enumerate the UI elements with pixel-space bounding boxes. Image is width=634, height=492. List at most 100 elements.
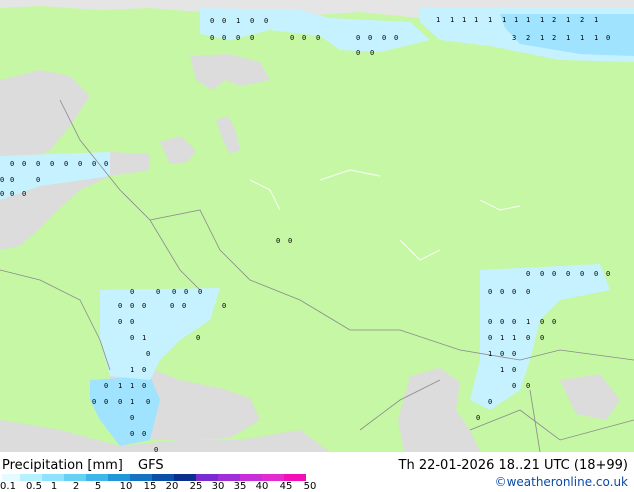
rain-value: 1	[130, 366, 134, 374]
rain-value: 0	[92, 160, 96, 168]
color-swatch	[152, 474, 174, 481]
rain-value: 0	[512, 350, 516, 358]
rain-value: 0	[552, 318, 556, 326]
rain-value: 1	[594, 34, 598, 42]
rain-value: 0	[566, 270, 570, 278]
color-scale-tick: 30	[211, 481, 225, 492]
rain-value: 0	[36, 160, 40, 168]
rain-value: 1	[526, 16, 530, 24]
legend-title: Precipitation [mm]	[2, 458, 123, 473]
rain-value: 0	[118, 318, 122, 326]
legend-footer: Precipitation [mm] GFS Th 22-01-2026 18.…	[0, 452, 634, 492]
color-swatch	[262, 474, 284, 481]
rain-value: 0	[92, 398, 96, 406]
rain-value: 1	[142, 334, 146, 342]
rain-value: 0	[540, 270, 544, 278]
rain-value: 0	[382, 34, 386, 42]
rain-value: 0	[500, 350, 504, 358]
rain-value: 0	[500, 318, 504, 326]
rain-value: 0	[10, 160, 14, 168]
color-swatch	[240, 474, 262, 481]
rain-value: 0	[540, 318, 544, 326]
rain-value: 0	[302, 34, 306, 42]
rain-value: 0	[488, 334, 492, 342]
rain-value: 0	[118, 398, 122, 406]
rain-value: 0	[316, 34, 320, 42]
rain-value: 0	[0, 176, 4, 184]
rain-value: 0	[182, 302, 186, 310]
precipitation-map: 0 0 1 0 00 0 0 0 0 0 0 0 0 0 00 01 1 1 1 1 1 1 1 1 2 1 2 13 2 1 2 1 1 1 00…	[0, 0, 634, 452]
color-scale-tick: 40	[255, 481, 269, 492]
rain-value: 1	[500, 334, 504, 342]
rain-value: 0	[290, 34, 294, 42]
color-swatch	[2, 474, 20, 481]
rain-value: 0	[250, 17, 254, 25]
rain-value: 1	[462, 16, 466, 24]
rain-value: 0	[488, 288, 492, 296]
rain-value: 3	[512, 34, 516, 42]
color-scale-tick: 2	[72, 481, 80, 492]
rain-value: 0	[104, 160, 108, 168]
rain-value: 0	[142, 430, 146, 438]
rain-value: 0	[606, 270, 610, 278]
rain-value: 0	[606, 34, 610, 42]
rain-value: 0	[10, 190, 14, 198]
color-scale-tick: 0.5	[26, 481, 42, 492]
rain-value: 1	[450, 16, 454, 24]
rain-value: 0	[222, 34, 226, 42]
rain-value: 1	[514, 16, 518, 24]
rain-value: 1	[130, 398, 134, 406]
rain-value: 0	[526, 288, 530, 296]
rain-value: 0	[526, 382, 530, 390]
rain-value: 2	[552, 16, 556, 24]
rain-value: 1	[540, 34, 544, 42]
rain-value: 0	[370, 49, 374, 57]
rain-value: 0	[130, 302, 134, 310]
rain-value: 0	[356, 34, 360, 42]
color-scale-tick: 20	[165, 481, 179, 492]
rain-value: 1	[594, 16, 598, 24]
rain-value: 0	[236, 34, 240, 42]
rain-value: 0	[476, 414, 480, 422]
rain-value: 1	[436, 16, 440, 24]
model-name: GFS	[138, 458, 164, 473]
rain-value: 0	[64, 160, 68, 168]
color-swatch	[42, 474, 64, 481]
rain-value: 0	[10, 176, 14, 184]
rain-value: 0	[394, 34, 398, 42]
rain-value: 0	[288, 237, 292, 245]
color-scale-tick: 10	[119, 481, 133, 492]
color-swatch	[108, 474, 130, 481]
rain-value: 1	[526, 318, 530, 326]
rain-value: 0	[512, 318, 516, 326]
rain-value: 2	[526, 34, 530, 42]
rain-value: 1	[580, 34, 584, 42]
color-swatch	[174, 474, 196, 481]
color-scale	[2, 474, 306, 481]
rain-value: 0	[130, 318, 134, 326]
color-swatch	[64, 474, 86, 481]
color-scale-tick: 45	[279, 481, 293, 492]
rain-value: 0	[210, 17, 214, 25]
rain-value: 1	[512, 334, 516, 342]
rain-value: 0	[512, 366, 516, 374]
rain-value: 0	[196, 334, 200, 342]
rain-value: 0	[22, 190, 26, 198]
rain-value: 0	[146, 350, 150, 358]
rain-value: 0	[488, 398, 492, 406]
rain-value: 0	[0, 190, 4, 198]
rain-value: 0	[222, 302, 226, 310]
valid-time: Th 22-01-2026 18..21 UTC (18+99)	[398, 458, 629, 473]
rain-value: 1	[500, 366, 504, 374]
rain-value: 0	[172, 288, 176, 296]
rain-value: 1	[118, 382, 122, 390]
color-swatch	[284, 474, 306, 481]
color-scale-tick: 25	[189, 481, 203, 492]
color-swatch	[218, 474, 240, 481]
color-scale-tick: 5	[94, 481, 102, 492]
color-swatch	[196, 474, 218, 481]
rain-value: 2	[552, 34, 556, 42]
rain-value: 0	[130, 288, 134, 296]
rain-value: 0	[142, 302, 146, 310]
rain-value: 1	[566, 16, 570, 24]
